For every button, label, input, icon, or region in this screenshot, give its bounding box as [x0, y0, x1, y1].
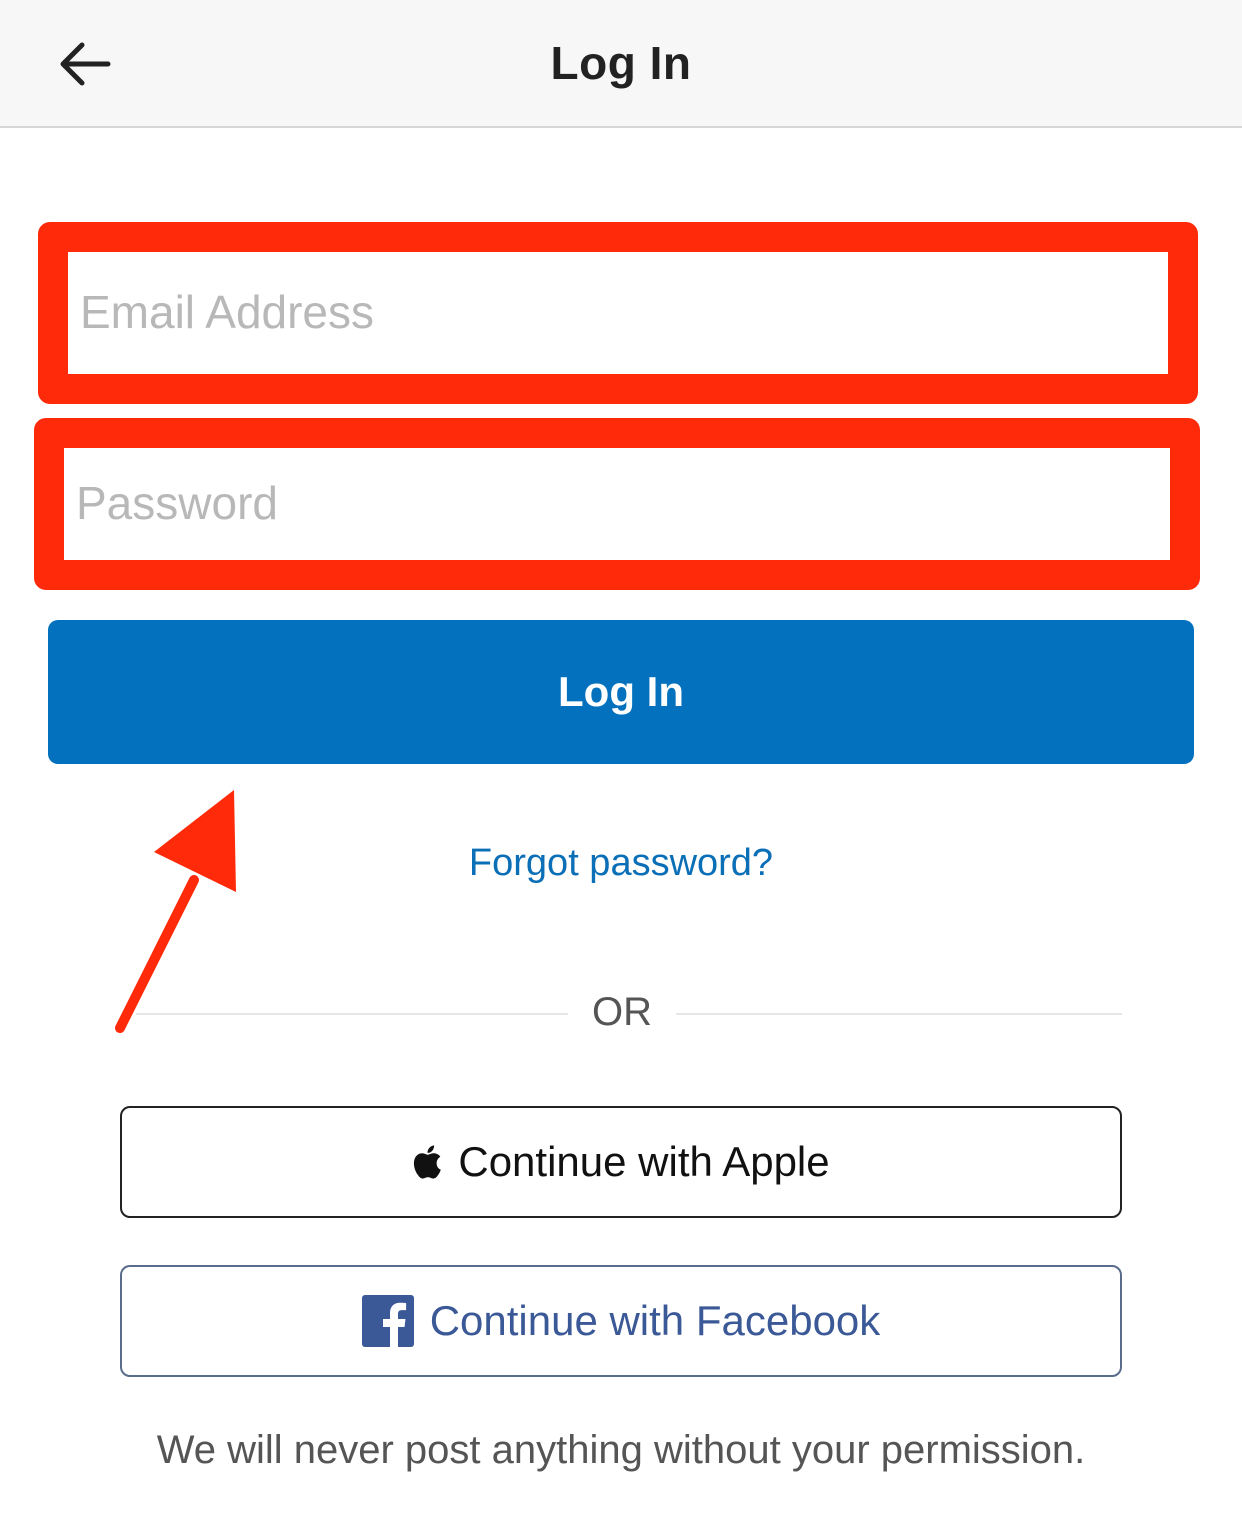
divider-line-left — [136, 1013, 568, 1015]
forgot-password-link[interactable]: Forgot password? — [0, 842, 1242, 885]
nav-header: Log In — [0, 0, 1242, 128]
login-screen: Log In Log In Forgot password? OR Contin… — [0, 0, 1242, 1532]
privacy-note: We will never post anything without your… — [156, 1428, 1086, 1472]
password-field[interactable] — [64, 448, 1170, 558]
email-field[interactable] — [68, 252, 1168, 372]
facebook-logo-icon — [361, 1295, 414, 1347]
continue-with-facebook-button[interactable]: Continue with Facebook — [120, 1265, 1122, 1377]
apple-button-label: Continue with Apple — [458, 1138, 830, 1185]
facebook-button-label: Continue with Facebook — [429, 1297, 881, 1344]
annotation-arrow-icon — [115, 790, 236, 1033]
continue-with-apple-button[interactable]: Continue with Apple — [120, 1106, 1122, 1218]
divider-line-right — [676, 1013, 1122, 1015]
page-title: Log In — [550, 37, 692, 89]
or-divider-label: OR — [592, 990, 652, 1034]
login-button[interactable]: Log In — [48, 620, 1194, 764]
apple-logo-icon — [412, 1144, 442, 1180]
